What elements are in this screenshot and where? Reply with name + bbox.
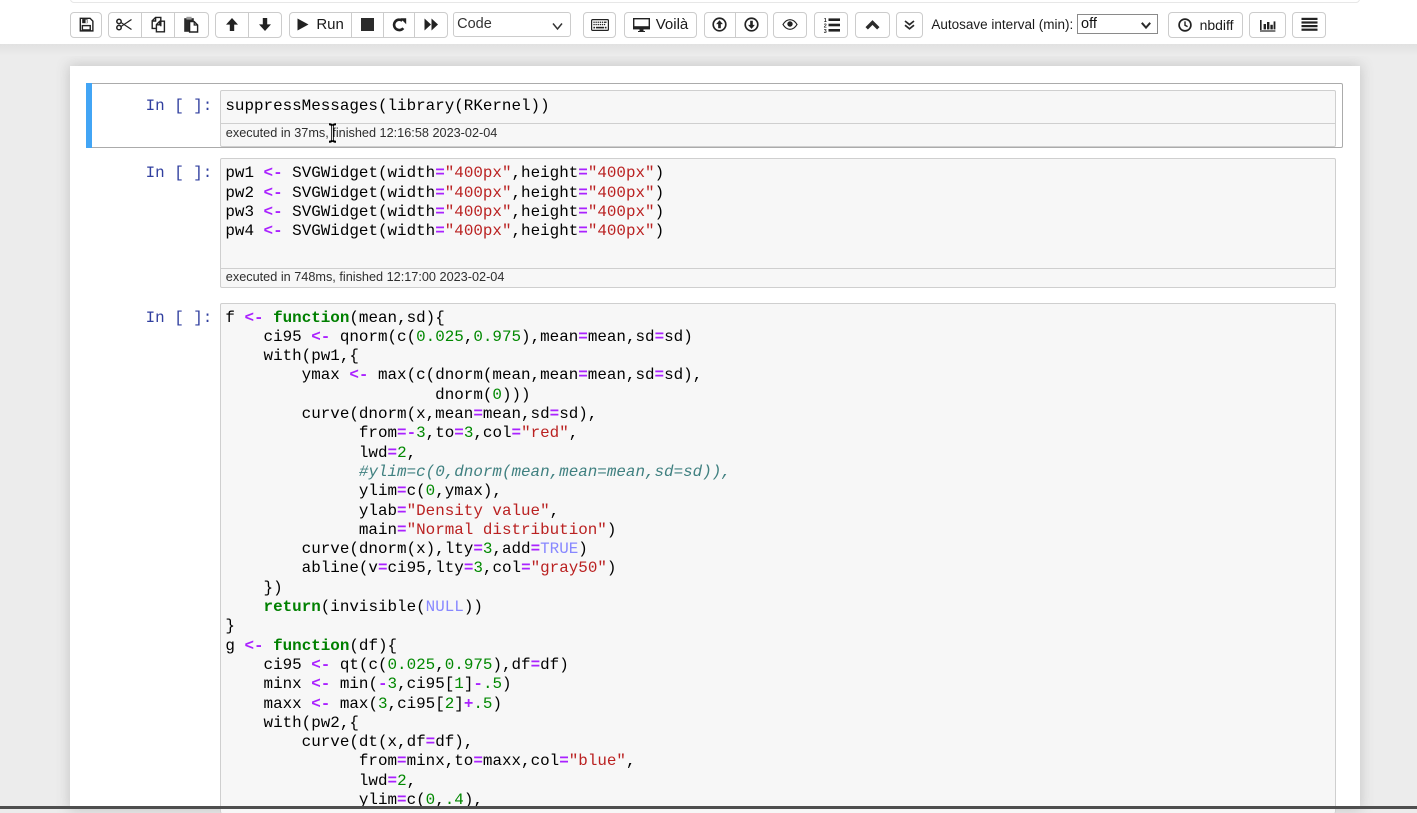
svg-text:3: 3 [823, 28, 826, 32]
